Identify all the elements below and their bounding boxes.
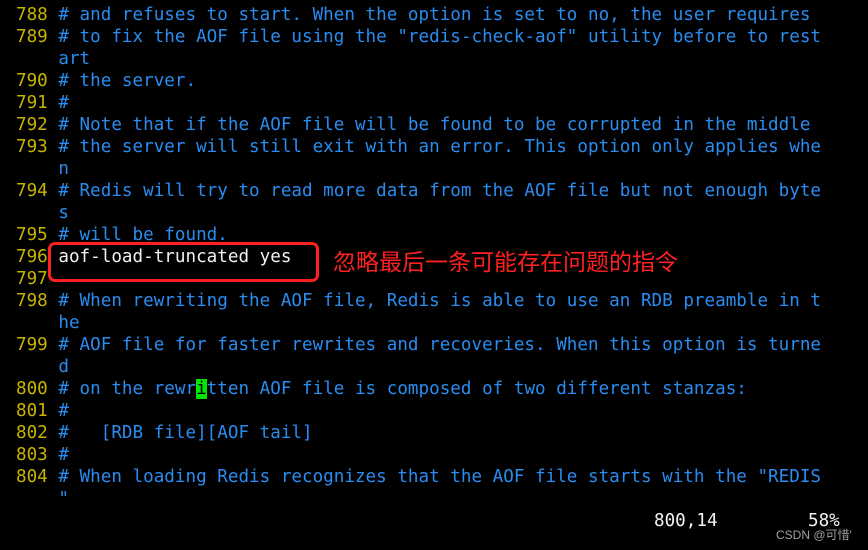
line-number [16,203,48,223]
line-text: # Note that if the AOF file will be foun… [47,115,811,135]
editor-line[interactable]: 798 # When rewriting the AOF file, Redis… [16,290,821,312]
line-number: 793 [16,137,48,157]
line-number [16,159,48,179]
line-text: art [47,49,91,69]
line-number: 796 [16,247,48,267]
editor-line[interactable]: art [16,48,90,70]
line-text: # AOF file for faster rewrites and recov… [47,335,822,355]
line-text: d [47,357,69,377]
line-text: " [47,489,69,509]
annotation-text: 忽略最后一条可能存在问题的指令 [333,250,678,276]
editor-line[interactable]: s [16,202,69,224]
line-text-after-cursor: tten AOF file is composed of two differe… [206,379,747,399]
editor-line[interactable]: 794 # Redis will try to read more data f… [16,180,821,202]
line-text: # on the rewr [47,379,197,399]
line-number: 791 [16,93,48,113]
editor-line[interactable]: he [16,312,80,334]
line-number: 802 [16,423,48,443]
line-number: 797 [16,269,48,289]
editor-line[interactable]: 791 # [16,92,69,114]
editor-line[interactable]: n [16,158,69,180]
line-text: # and refuses to start. When the option … [47,5,811,25]
watermark: CSDN @可惜' [776,528,852,542]
editor-line[interactable]: " [16,488,69,510]
line-text: # [47,93,69,113]
highlight-box [48,242,319,282]
line-number: 788 [16,5,48,25]
editor-line[interactable]: 792 # Note that if the AOF file will be … [16,114,810,136]
line-text: # When loading Redis recognizes that the… [47,467,822,487]
line-text: # Redis will try to read more data from … [47,181,822,201]
line-number [16,357,48,377]
editor-line[interactable]: 801 # [16,400,69,422]
line-text: # the server. [47,71,197,91]
line-text: # to fix the AOF file using the "redis-c… [47,27,822,47]
line-number: 801 [16,401,48,421]
line-number: 790 [16,71,48,91]
line-text: he [47,313,80,333]
text-cursor: i [196,379,207,399]
line-text: n [47,159,69,179]
line-text: # the server will still exit with an err… [47,137,822,157]
editor-line[interactable]: 802 # [RDB file][AOF tail] [16,422,313,444]
line-text: # When rewriting the AOF file, Redis is … [47,291,822,311]
line-number: 792 [16,115,48,135]
editor-line[interactable]: 803 # [16,444,69,466]
line-number: 789 [16,27,48,47]
editor-line[interactable]: 793 # the server will still exit with an… [16,136,821,158]
editor-line[interactable]: d [16,356,69,378]
line-number: 803 [16,445,48,465]
editor-line[interactable]: 799 # AOF file for faster rewrites and r… [16,334,821,356]
line-number: 800 [16,379,48,399]
line-number [16,49,48,69]
editor-line[interactable]: 800 # on the rewritten AOF file is compo… [16,378,747,400]
editor-line[interactable]: 790 # the server. [16,70,196,92]
cursor-position: 800,14 [654,511,718,531]
line-text: # [47,445,69,465]
line-number [16,489,48,509]
line-number: 794 [16,181,48,201]
line-number: 795 [16,225,48,245]
editor-line[interactable]: 788 # and refuses to start. When the opt… [16,4,810,26]
editor-line[interactable]: 789 # to fix the AOF file using the "red… [16,26,821,48]
line-text: # [47,401,69,421]
line-number: 804 [16,467,48,487]
editor-line[interactable]: 797 [16,268,48,290]
line-number: 799 [16,335,48,355]
line-number: 798 [16,291,48,311]
line-text: s [47,203,69,223]
line-number [16,313,48,333]
line-text: # [RDB file][AOF tail] [47,423,313,443]
editor-line[interactable]: 804 # When loading Redis recognizes that… [16,466,821,488]
